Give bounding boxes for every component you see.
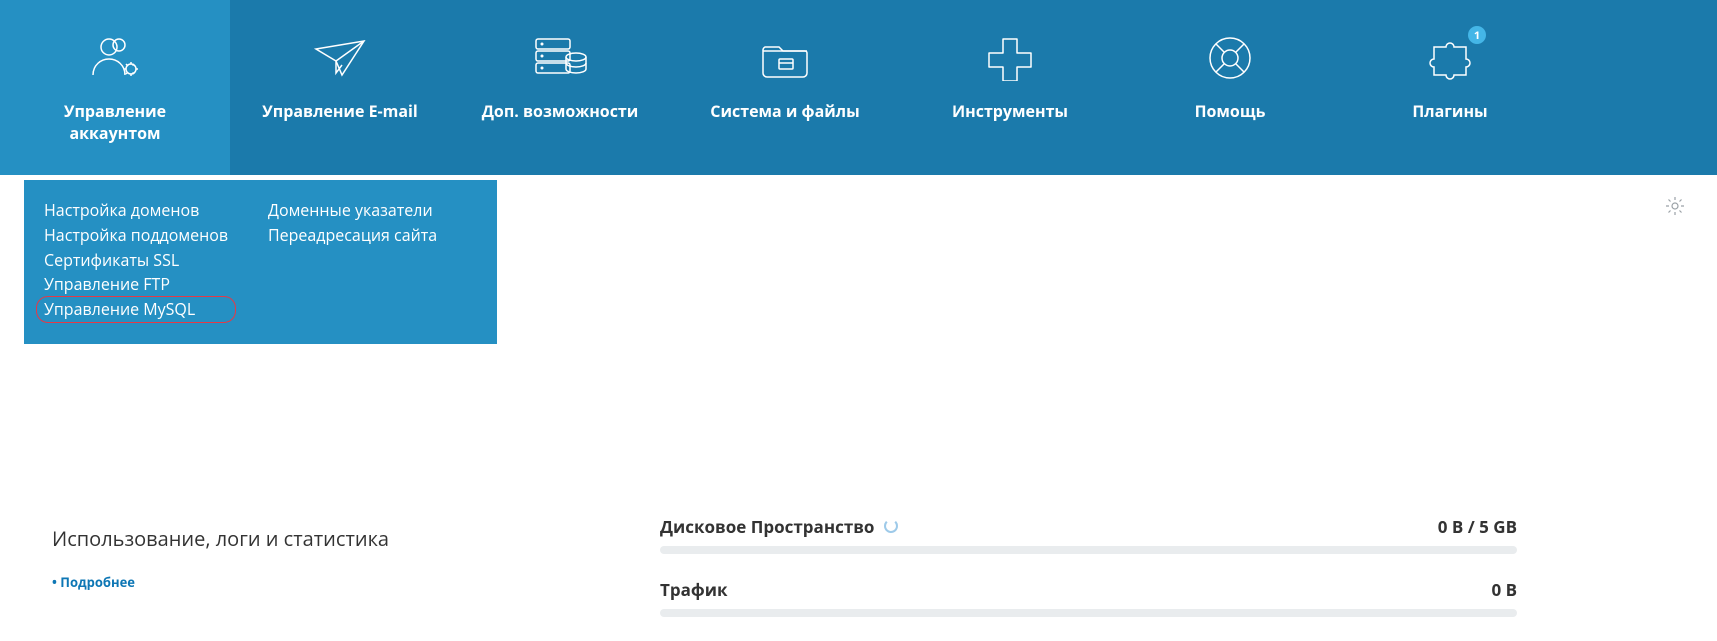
usage-subtitle: Использование, логи и статистика: [52, 525, 389, 552]
folder-icon: [757, 30, 813, 86]
nav-help[interactable]: Помощь: [1120, 0, 1340, 175]
nav-help-label: Помощь: [1195, 100, 1266, 122]
nav-email[interactable]: Управление E-mail: [230, 0, 450, 175]
loading-spinner-icon: [884, 519, 898, 533]
puzzle-icon: 1: [1424, 30, 1476, 86]
metric-disk-value: 0 B / 5 GB: [1438, 515, 1517, 538]
settings-button[interactable]: [1661, 195, 1689, 223]
plus-icon: [985, 30, 1035, 86]
submenu-pointers[interactable]: Доменные указатели: [268, 198, 437, 223]
nav-plugins[interactable]: 1 Плагины: [1340, 0, 1560, 175]
nav-system-label: Система и файлы: [710, 100, 859, 122]
metric-disk-label: Дисковое Пространство: [660, 515, 874, 538]
submenu-mysql[interactable]: Управление MySQL: [44, 297, 228, 322]
metric-traffic-bar: [660, 609, 1517, 617]
submenu-ftp[interactable]: Управление FTP: [44, 272, 228, 297]
nav-tools-label: Инструменты: [952, 100, 1068, 122]
nav-account[interactable]: Управление аккаунтом: [0, 0, 230, 175]
gear-icon: [1665, 196, 1685, 221]
nav-system[interactable]: Система и файлы: [670, 0, 900, 175]
nav-account-label: Управление аккаунтом: [64, 100, 166, 145]
submenu-subdomains[interactable]: Настройка поддоменов: [44, 223, 228, 248]
metric-disk: Дисковое Пространство 0 B / 5 GB: [660, 515, 1517, 554]
submenu-ssl[interactable]: Сертификаты SSL: [44, 248, 228, 273]
submenu-account: Настройка доменов Настройка поддоменов С…: [24, 180, 497, 344]
nav-plugins-label: Плагины: [1412, 100, 1487, 122]
top-navigation: Управление аккаунтом Управление E-mail: [0, 0, 1717, 175]
submenu-col-2: Доменные указатели Переадресация сайта: [268, 198, 437, 322]
metric-disk-bar: [660, 546, 1517, 554]
toolbar: [1661, 195, 1689, 223]
users-gear-icon: [87, 30, 143, 86]
nav-email-label: Управление E-mail: [262, 100, 418, 122]
plugins-badge: 1: [1468, 26, 1486, 44]
metric-traffic: Трафик 0 B: [660, 578, 1517, 617]
metrics: Дисковое Пространство 0 B / 5 GB Трафик …: [660, 515, 1517, 641]
metric-traffic-label: Трафик: [660, 578, 727, 601]
submenu-domains[interactable]: Настройка доменов: [44, 198, 228, 223]
nav-tools[interactable]: Инструменты: [900, 0, 1120, 175]
nav-extras-label: Доп. возможности: [482, 100, 639, 122]
server-db-icon: [530, 30, 590, 86]
submenu-col-1: Настройка доменов Настройка поддоменов С…: [44, 198, 228, 322]
usage-info: Использование, логи и статистика Подробн…: [52, 525, 389, 592]
more-link[interactable]: Подробнее: [52, 573, 135, 591]
nav-extras[interactable]: Доп. возможности: [450, 0, 670, 175]
paper-plane-icon: [312, 30, 368, 86]
metric-traffic-value: 0 B: [1491, 578, 1517, 601]
submenu-redirect[interactable]: Переадресация сайта: [268, 223, 437, 248]
lifebuoy-icon: [1205, 30, 1255, 86]
